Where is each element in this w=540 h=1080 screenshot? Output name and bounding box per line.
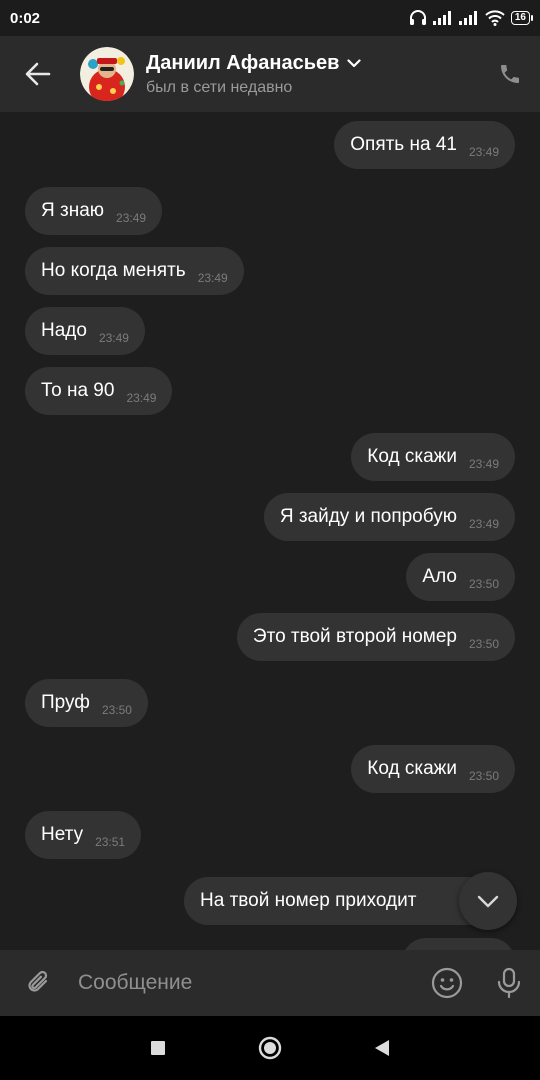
message-time: 23:49 [197,271,228,285]
mic-button[interactable] [478,950,540,1016]
square-icon [151,1041,165,1055]
message-bubble-in[interactable]: Я знаю 23:49 [25,187,163,235]
chevron-down-icon[interactable] [347,58,362,68]
message-text: Я зайду и попробую [279,506,457,527]
call-button[interactable] [480,36,540,112]
avatar[interactable] [80,47,134,101]
message-bubble-out[interactable]: Это твой второй номер 23:50 [236,613,515,661]
message-text: Надо [41,320,87,341]
paperclip-icon [28,970,48,992]
contact-name-row: Даниил Афанасьев [146,51,362,75]
message-time: 23:50 [468,577,499,591]
message-time: 23:49 [116,211,147,225]
circle-icon [258,1036,282,1060]
message-text: На твой номер приходит [200,890,417,911]
headphones-icon [409,10,426,25]
message-time: 23:50 [468,769,499,783]
attach-button[interactable] [0,950,78,1016]
chevron-down-icon [477,895,499,907]
message-bubble-out[interactable]: Ало 23:50 [406,553,515,601]
wifi-icon [485,10,505,26]
message-text: Код скажи [367,446,457,467]
status-time: 0:02 [10,9,41,27]
message-time: 23:49 [98,331,129,345]
message-time: 23:49 [468,457,499,471]
message-bubble-out[interactable]: Код скажи 23:49 [351,433,515,481]
message-input[interactable] [78,950,416,1016]
message-time: 23:50 [468,637,499,651]
message-text: Нету [41,824,84,845]
status-icons: 16 [409,10,534,26]
message-bubble-in[interactable]: Нету 23:51 [25,811,142,859]
contact-status: был в сети недавно [146,78,293,96]
chat-header: Даниил Афанасьев был в сети недавно [0,36,540,112]
message-text: Но когда менять [41,260,186,281]
emoji-button[interactable] [416,950,478,1016]
message-text: Ало [422,566,457,587]
message-text: То на 90 [41,380,115,401]
composer [0,950,540,1016]
system-nav-bar [0,1016,540,1080]
message-bubble-in[interactable]: Но когда менять 23:49 [25,247,244,295]
message-time: 23:50 [101,703,132,717]
scroll-down-button[interactable] [459,872,517,930]
message-bubble-in[interactable]: Пруф 23:50 [25,679,148,727]
message-time: 23:51 [95,835,126,849]
phone-icon [501,65,519,83]
status-bar: 0:02 16 [0,0,540,36]
message-text: Пруф [41,692,90,713]
triangle-left-icon [375,1040,389,1056]
recents-button[interactable] [102,1016,214,1080]
back-nav-button[interactable] [326,1016,438,1080]
message-bubble-out[interactable]: Код скажи 23:50 [351,745,515,793]
microphone-icon [497,967,521,999]
message-list: Опять на 41 23:49 Я знаю 23:49 Но когда … [0,112,540,950]
message-text: Опять на 41 [350,134,457,155]
home-button[interactable] [214,1016,326,1080]
signal-icon [458,11,477,25]
back-button[interactable] [0,36,76,112]
message-time: 23:49 [468,145,499,159]
message-bubble-out[interactable] [402,938,515,950]
message-text: Код скажи [367,758,457,779]
message-bubble-out[interactable]: Я зайду и попробую 23:49 [263,493,515,541]
arrow-left-icon [25,62,51,86]
contact-name: Даниил Афанасьев [146,51,340,74]
message-bubble-out[interactable]: Опять на 41 23:49 [334,121,515,169]
message-bubble-in[interactable]: Надо 23:49 [25,307,145,355]
message-time: 23:49 [126,391,157,405]
contact-info[interactable]: Даниил Афанасьев был в сети недавно [146,51,362,97]
battery-icon: 16 [510,11,534,25]
message-time: 23:49 [468,517,499,531]
emoji-icon [431,967,463,999]
message-text: Я знаю [41,200,105,221]
message-bubble-in[interactable]: То на 90 23:49 [25,367,173,415]
signal-icon [432,11,451,25]
message-text: Это твой второй номер [252,626,457,647]
